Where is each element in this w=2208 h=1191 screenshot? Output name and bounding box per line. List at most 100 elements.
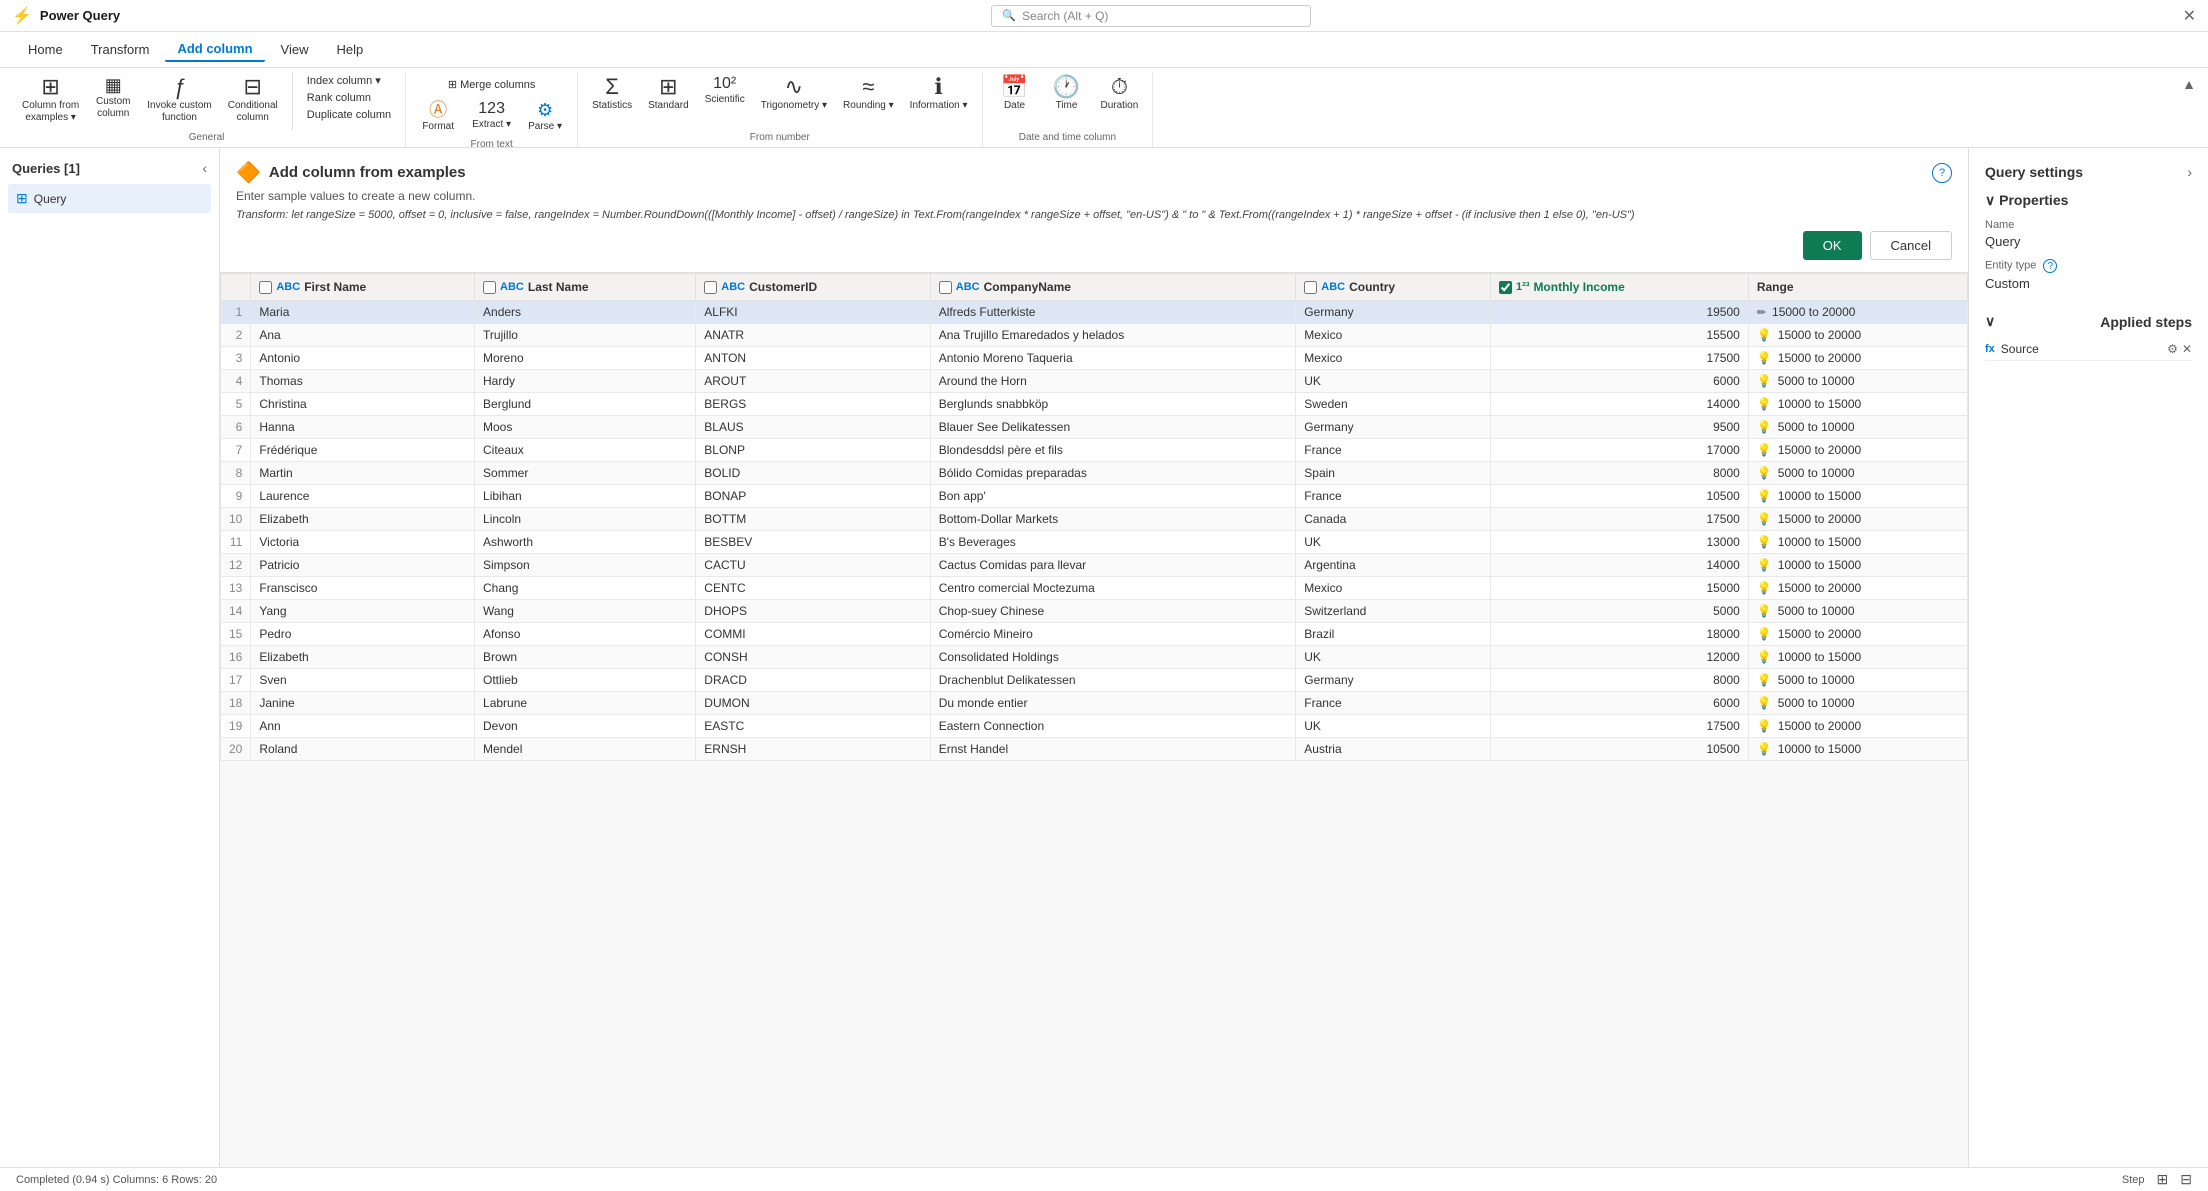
range-edit-icon[interactable]: ✏ [1757, 306, 1766, 319]
menu-add-column[interactable]: Add column [165, 37, 264, 62]
ok-button[interactable]: OK [1803, 231, 1862, 260]
ribbon-btn-information[interactable]: ℹ Information ▾ [904, 72, 974, 116]
th-first-name[interactable]: ABC First Name [251, 274, 475, 301]
th-monthly-income-checkbox[interactable] [1499, 281, 1512, 294]
ribbon-btn-merge-columns[interactable]: ⊞ Merge columns [442, 72, 541, 93]
sidebar-collapse-button[interactable]: ‹ [202, 160, 207, 176]
th-country-checkbox[interactable] [1304, 281, 1317, 294]
ribbon-btn-column-from-examples[interactable]: ⊞ Column fromexamples ▾ [16, 72, 85, 128]
th-monthly-income[interactable]: 1²³ Monthly Income [1490, 274, 1748, 301]
table-row[interactable]: 12 Patricio Simpson CACTU Cactus Comidas… [221, 554, 1968, 577]
cell-customer-id: ANATR [696, 324, 930, 347]
th-last-name-checkbox[interactable] [483, 281, 496, 294]
status-table-icon[interactable]: ⊞ [2157, 1171, 2169, 1188]
th-customer-id[interactable]: ABC CustomerID [696, 274, 930, 301]
cell-range[interactable]: 💡 15000 to 20000 [1748, 577, 1967, 600]
ribbon-btn-parse[interactable]: ⚙ Parse ▾ [521, 97, 569, 137]
ribbon-btn-conditional-column[interactable]: ⊟ Conditionalcolumn [222, 72, 284, 128]
table-row[interactable]: 1 Maria Anders ALFKI Alfreds Futterkiste… [221, 301, 1968, 324]
step-gear-icon[interactable]: ⚙ [2167, 342, 2178, 356]
cell-range[interactable]: 💡 10000 to 15000 [1748, 393, 1967, 416]
table-row[interactable]: 9 Laurence Libihan BONAP Bon app' France… [221, 485, 1968, 508]
cancel-button[interactable]: Cancel [1870, 231, 1952, 260]
menu-view[interactable]: View [269, 38, 321, 61]
th-company-name[interactable]: ABC CompanyName [930, 274, 1296, 301]
table-row[interactable]: 5 Christina Berglund BERGS Berglunds sna… [221, 393, 1968, 416]
table-row[interactable]: 17 Sven Ottlieb DRACD Drachenblut Delika… [221, 669, 1968, 692]
menu-transform[interactable]: Transform [79, 38, 162, 61]
ribbon-btn-statistics[interactable]: Σ Statistics [586, 72, 638, 116]
table-row[interactable]: 19 Ann Devon EASTC Eastern Connection UK… [221, 715, 1968, 738]
ribbon-btn-time[interactable]: 🕐 Time [1043, 72, 1091, 116]
ribbon-btn-custom-column[interactable]: ▦ Customcolumn [89, 72, 137, 124]
table-row[interactable]: 3 Antonio Moreno ANTON Antonio Moreno Ta… [221, 347, 1968, 370]
th-country[interactable]: ABC Country [1296, 274, 1491, 301]
cell-range[interactable]: 💡 15000 to 20000 [1748, 715, 1967, 738]
ribbon-btn-index-column[interactable]: Index column ▾ [301, 72, 397, 89]
table-row[interactable]: 10 Elizabeth Lincoln BOTTM Bottom-Dollar… [221, 508, 1968, 531]
step-delete-icon[interactable]: ✕ [2182, 342, 2192, 356]
ribbon-btn-extract[interactable]: 123 Extract ▾ [466, 97, 517, 135]
status-list-icon[interactable]: ⊟ [2180, 1171, 2192, 1188]
th-company-name-checkbox[interactable] [939, 281, 952, 294]
right-panel-expand-button[interactable]: › [2187, 164, 2192, 180]
table-row[interactable]: 15 Pedro Afonso COMMI Comércio Mineiro B… [221, 623, 1968, 646]
cell-range[interactable]: 💡 10000 to 15000 [1748, 738, 1967, 761]
menu-home[interactable]: Home [16, 38, 75, 61]
cell-customer-id: CENTC [696, 577, 930, 600]
th-customer-id-checkbox[interactable] [704, 281, 717, 294]
ribbon-btn-scientific[interactable]: 10² Scientific [699, 72, 751, 110]
applied-steps-title: ∨ Applied steps [1985, 313, 2192, 330]
cell-range[interactable]: 💡 10000 to 15000 [1748, 531, 1967, 554]
ribbon-btn-rank-column[interactable]: Rank column [301, 90, 397, 106]
step-source-label[interactable]: Source [2001, 342, 2039, 356]
table-row[interactable]: 4 Thomas Hardy AROUT Around the Horn UK … [221, 370, 1968, 393]
ribbon-btn-trigonometry[interactable]: ∿ Trigonometry ▾ [755, 72, 833, 116]
sidebar-item-query[interactable]: ⊞ Query [8, 184, 211, 213]
duration-icon: ⏱ [1111, 76, 1128, 98]
table-row[interactable]: 8 Martin Sommer BOLID Bólido Comidas pre… [221, 462, 1968, 485]
table-row[interactable]: 16 Elizabeth Brown CONSH Consolidated Ho… [221, 646, 1968, 669]
th-first-name-checkbox[interactable] [259, 281, 272, 294]
th-last-name[interactable]: ABC Last Name [475, 274, 696, 301]
cell-range[interactable]: 💡 5000 to 10000 [1748, 600, 1967, 623]
cell-range[interactable]: ✏ 15000 to 20000 [1748, 301, 1967, 324]
ribbon-btn-date[interactable]: 📅 Date [991, 72, 1039, 116]
ribbon-btn-duplicate-column[interactable]: Duplicate column [301, 107, 397, 123]
data-table-container[interactable]: ABC First Name ABC Last Name [220, 273, 1968, 1167]
table-row[interactable]: 20 Roland Mendel ERNSH Ernst Handel Aust… [221, 738, 1968, 761]
table-row[interactable]: 13 Franscisco Chang CENTC Centro comerci… [221, 577, 1968, 600]
cell-monthly-income: 19500 [1490, 301, 1748, 324]
table-row[interactable]: 7 Frédérique Citeaux BLONP Blondesddsl p… [221, 439, 1968, 462]
table-row[interactable]: 14 Yang Wang DHOPS Chop-suey Chinese Swi… [221, 600, 1968, 623]
cell-range[interactable]: 💡 15000 to 20000 [1748, 439, 1967, 462]
ribbon-btn-invoke-custom-function[interactable]: ƒ Invoke customfunction [141, 72, 217, 128]
cell-range[interactable]: 💡 10000 to 15000 [1748, 646, 1967, 669]
cell-range[interactable]: 💡 5000 to 10000 [1748, 416, 1967, 439]
cell-range[interactable]: 💡 15000 to 20000 [1748, 347, 1967, 370]
cell-range[interactable]: 💡 5000 to 10000 [1748, 462, 1967, 485]
table-row[interactable]: 18 Janine Labrune DUMON Du monde entier … [221, 692, 1968, 715]
cell-range[interactable]: 💡 10000 to 15000 [1748, 485, 1967, 508]
th-range[interactable]: Range [1748, 274, 1967, 301]
ribbon-collapse-button[interactable]: ▲ [2178, 72, 2200, 96]
cell-range[interactable]: 💡 15000 to 20000 [1748, 324, 1967, 347]
ribbon-btn-rounding[interactable]: ≈ Rounding ▾ [837, 72, 900, 116]
cell-range[interactable]: 💡 5000 to 10000 [1748, 692, 1967, 715]
cell-customer-id: BLAUS [696, 416, 930, 439]
ribbon-btn-format[interactable]: Ⓐ Format [414, 97, 462, 137]
ribbon-btn-duration[interactable]: ⏱ Duration [1095, 72, 1145, 116]
cell-range[interactable]: 💡 15000 to 20000 [1748, 508, 1967, 531]
table-row[interactable]: 11 Victoria Ashworth BESBEV B's Beverage… [221, 531, 1968, 554]
cell-range[interactable]: 💡 15000 to 20000 [1748, 623, 1967, 646]
cell-range[interactable]: 💡 5000 to 10000 [1748, 370, 1967, 393]
cell-range[interactable]: 💡 5000 to 10000 [1748, 669, 1967, 692]
table-row[interactable]: 2 Ana Trujillo ANATR Ana Trujillo Emared… [221, 324, 1968, 347]
ribbon-btn-standard[interactable]: ⊞ Standard [642, 72, 695, 116]
cell-range[interactable]: 💡 10000 to 15000 [1748, 554, 1967, 577]
search-box[interactable]: 🔍 Search (Alt + Q) [991, 5, 1311, 27]
menu-help[interactable]: Help [325, 38, 376, 61]
close-button[interactable]: ✕ [2183, 6, 2196, 26]
help-button[interactable]: ? [1932, 163, 1952, 183]
table-row[interactable]: 6 Hanna Moos BLAUS Blauer See Delikatess… [221, 416, 1968, 439]
